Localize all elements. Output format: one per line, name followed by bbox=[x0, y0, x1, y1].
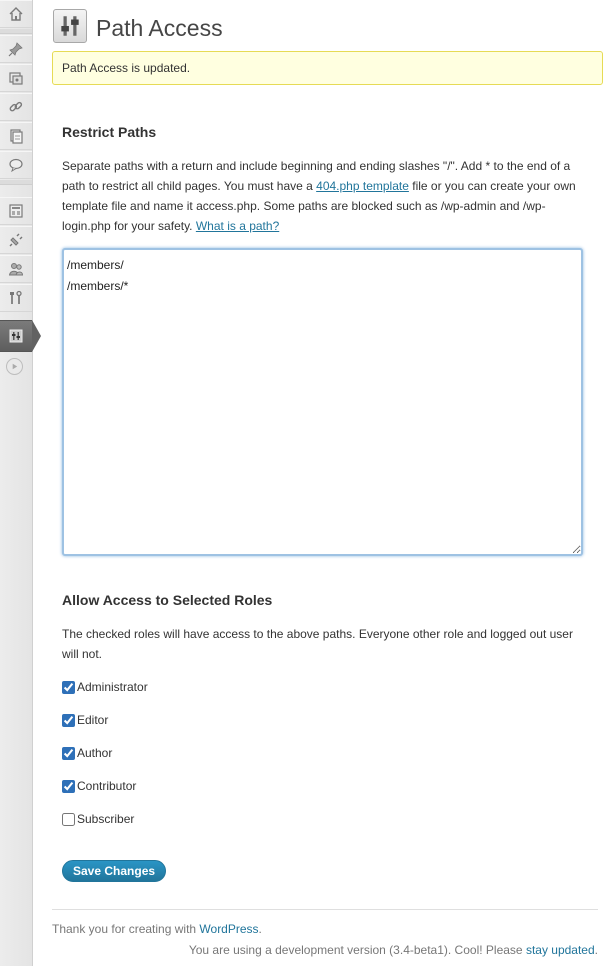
allowed-roles-heading: Allow Access to Selected Roles bbox=[62, 592, 273, 608]
role-option[interactable]: Contributor bbox=[62, 778, 136, 794]
home-icon bbox=[9, 7, 23, 21]
save-changes-button[interactable]: Save Changes bbox=[62, 860, 167, 882]
admin-sidebar bbox=[0, 0, 41, 966]
collapse-arrow-icon bbox=[12, 363, 18, 370]
tools-menu-item[interactable] bbox=[0, 284, 32, 312]
current-menu-arrow bbox=[32, 320, 41, 352]
wordpress-link[interactable]: WordPress bbox=[199, 922, 258, 936]
footer-version-suffix: . bbox=[594, 943, 598, 957]
users-menu-item[interactable] bbox=[0, 255, 32, 283]
notice-message: Path Access is updated. bbox=[62, 61, 191, 75]
users-icon bbox=[8, 263, 24, 276]
role-label[interactable]: Contributor bbox=[77, 779, 136, 793]
dashboard-menu-item[interactable] bbox=[0, 0, 32, 28]
role-label[interactable]: Author bbox=[77, 746, 112, 760]
what-is-path-link[interactable]: What is a path? bbox=[196, 219, 279, 233]
page-title: Path Access bbox=[96, 15, 223, 41]
plugins-icon bbox=[9, 233, 23, 247]
role-checkbox-contributor[interactable] bbox=[62, 779, 75, 793]
links-menu-item[interactable] bbox=[0, 93, 32, 121]
role-label[interactable]: Administrator bbox=[77, 680, 148, 694]
posts-menu-item[interactable] bbox=[0, 35, 32, 63]
role-option[interactable]: Author bbox=[62, 745, 112, 761]
footer-thanks-suffix: . bbox=[258, 922, 262, 936]
pin-icon bbox=[8, 42, 23, 57]
collapse-menu-button[interactable] bbox=[6, 358, 23, 375]
plugins-menu-item[interactable] bbox=[0, 226, 32, 254]
pages-menu-item[interactable] bbox=[0, 122, 32, 150]
pages-icon bbox=[10, 129, 23, 144]
restrict-paths-description: Separate paths with a return and include… bbox=[62, 156, 592, 236]
role-option[interactable]: Subscriber bbox=[62, 811, 134, 827]
role-checkbox-administrator[interactable] bbox=[62, 680, 75, 694]
link-icon bbox=[9, 101, 23, 112]
comments-menu-item[interactable] bbox=[0, 151, 32, 179]
role-label[interactable]: Subscriber bbox=[77, 812, 134, 826]
menu-separator bbox=[0, 180, 32, 185]
role-checkbox-editor[interactable] bbox=[62, 713, 75, 727]
footer-divider bbox=[52, 909, 598, 910]
media-icon bbox=[9, 72, 23, 85]
role-option[interactable]: Administrator bbox=[62, 679, 148, 695]
footer-version: You are using a development version (3.4… bbox=[189, 943, 598, 957]
footer-thanks-text: Thank you for creating with bbox=[52, 922, 200, 936]
settings-icon bbox=[9, 329, 23, 343]
comments-icon bbox=[9, 158, 23, 173]
role-label[interactable]: Editor bbox=[77, 713, 108, 727]
role-checkbox-author[interactable] bbox=[62, 746, 75, 760]
appearance-menu-item[interactable] bbox=[0, 197, 32, 225]
menu-separator bbox=[0, 29, 32, 34]
restricted-paths-textarea[interactable] bbox=[62, 248, 583, 556]
settings-sliders-icon bbox=[53, 9, 87, 43]
allowed-roles-description: The checked roles will have access to th… bbox=[62, 627, 573, 661]
role-option[interactable]: Editor bbox=[62, 712, 108, 728]
footer-version-text: You are using a development version (3.4… bbox=[188, 943, 526, 957]
update-notice: Path Access is updated. bbox=[52, 51, 603, 85]
media-menu-item[interactable] bbox=[0, 64, 32, 92]
settings-menu-item[interactable] bbox=[0, 320, 32, 352]
404-template-link[interactable]: 404.php template bbox=[316, 179, 409, 193]
role-checkbox-subscriber[interactable] bbox=[62, 812, 75, 826]
footer-thanks: Thank you for creating with WordPress. bbox=[52, 922, 262, 936]
restrict-paths-heading: Restrict Paths bbox=[62, 124, 157, 140]
tools-icon bbox=[10, 290, 22, 304]
appearance-icon bbox=[9, 204, 23, 218]
stay-updated-link[interactable]: stay updated bbox=[526, 943, 595, 957]
